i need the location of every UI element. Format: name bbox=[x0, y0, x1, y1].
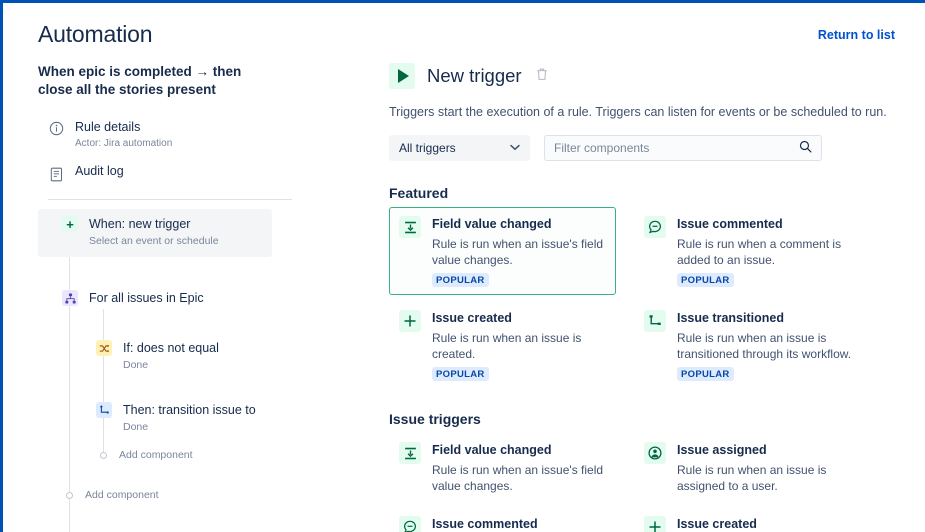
automation-page: Automation Return to list When epic is c… bbox=[0, 0, 925, 532]
trigger-card-description: Rule is run when an issue's field value … bbox=[432, 236, 607, 268]
trigger-card-description: Rule is run when an issue is assigned to… bbox=[677, 462, 870, 494]
popular-badge: POPULAR bbox=[432, 273, 489, 287]
sidebar-item-audit-log[interactable]: Audit log bbox=[38, 161, 283, 185]
tree-node-when-new-trigger[interactable]: + When: new trigger Select an event or s… bbox=[38, 209, 272, 257]
trigger-card-issue-created-2[interactable]: Issue created Rule is run when an issue … bbox=[634, 507, 879, 532]
trigger-card-issue-assigned[interactable]: Issue assigned Rule is run when an issue… bbox=[634, 433, 879, 501]
plus-icon bbox=[644, 516, 666, 532]
sidebar-item-label: Rule details bbox=[75, 120, 140, 134]
branch-icon bbox=[62, 290, 78, 306]
trigger-card-field-value-changed[interactable]: Field value changed Rule is run when an … bbox=[389, 207, 616, 295]
tree-node-title: For all issues in Epic bbox=[89, 290, 204, 306]
tree-node-title: Then: transition issue to bbox=[123, 402, 256, 418]
trigger-card-field-value-changed-2[interactable]: Field value changed Rule is run when an … bbox=[389, 433, 616, 501]
trigger-filter-controls: All triggers Filter components bbox=[389, 135, 925, 161]
issue-trigger-grid: Field value changed Rule is run when an … bbox=[389, 433, 925, 532]
trigger-card-title: Field value changed bbox=[432, 443, 607, 458]
add-component-dot-icon bbox=[66, 492, 73, 499]
tree-node-subtitle: Select an event or schedule bbox=[89, 235, 219, 248]
tree-node-then-transition-issue-to[interactable]: Then: transition issue to Done bbox=[38, 395, 283, 443]
add-component-label: Add component bbox=[85, 489, 159, 501]
sidebar-divider bbox=[48, 199, 292, 200]
section-title-featured: Featured bbox=[389, 185, 925, 201]
trigger-card-title: Field value changed bbox=[432, 217, 607, 232]
transition-icon bbox=[644, 310, 666, 332]
page-header: Automation Return to list bbox=[3, 3, 925, 59]
trigger-card-issue-transitioned[interactable]: Issue transitioned Rule is run when an i… bbox=[634, 301, 879, 389]
plus-icon bbox=[399, 310, 421, 332]
rule-name: When epic is completed → then close all … bbox=[38, 63, 278, 99]
popular-badge: POPULAR bbox=[677, 367, 734, 381]
field-value-changed-icon bbox=[399, 216, 421, 238]
trigger-card-description: Rule is run when a comment is added to a… bbox=[677, 236, 870, 268]
trigger-card-title: Issue created bbox=[432, 311, 607, 326]
plus-icon: + bbox=[62, 216, 78, 232]
trigger-card-title: Issue created bbox=[677, 517, 870, 532]
featured-trigger-grid: Field value changed Rule is run when an … bbox=[389, 207, 925, 389]
filter-components-input[interactable]: Filter components bbox=[544, 135, 822, 161]
trigger-card-description: Rule is run when an issue is transitione… bbox=[677, 330, 870, 362]
trigger-card-issue-commented-2[interactable]: Issue commented Rule is run when a comme… bbox=[389, 507, 616, 532]
add-component-inner-button[interactable]: Add component bbox=[38, 449, 283, 461]
page-title: Automation bbox=[38, 21, 152, 48]
return-to-list-link[interactable]: Return to list bbox=[818, 28, 895, 42]
trash-icon[interactable] bbox=[536, 68, 548, 84]
popular-badge: POPULAR bbox=[677, 273, 734, 287]
add-component-outer-button[interactable]: Add component bbox=[38, 489, 283, 501]
sidebar-item-label: Audit log bbox=[75, 164, 124, 179]
sidebar-item-rule-details[interactable]: Rule details Actor: Jira automation bbox=[38, 115, 283, 153]
condition-icon bbox=[96, 340, 112, 356]
tree-node-for-all-issues-in-epic[interactable]: For all issues in Epic bbox=[38, 283, 283, 315]
comment-icon bbox=[399, 516, 421, 532]
rule-tree: + When: new trigger Select an event or s… bbox=[38, 209, 283, 501]
sidebar-item-sublabel: Actor: Jira automation bbox=[75, 138, 172, 150]
trigger-panel-description: Triggers start the execution of a rule. … bbox=[389, 104, 925, 121]
assignee-icon bbox=[644, 442, 666, 464]
trigger-card-title: Issue commented bbox=[677, 217, 870, 232]
play-icon bbox=[389, 63, 415, 89]
add-component-dot-icon bbox=[100, 452, 107, 459]
filter-components-placeholder: Filter components bbox=[554, 141, 649, 155]
audit-log-icon bbox=[48, 166, 64, 182]
tree-node-title: If: does not equal bbox=[123, 340, 219, 356]
transition-icon bbox=[96, 402, 112, 418]
tree-node-title: When: new trigger bbox=[89, 216, 219, 232]
tree-node-if-does-not-equal[interactable]: If: does not equal Done bbox=[38, 333, 283, 381]
trigger-card-title: Issue assigned bbox=[677, 443, 870, 458]
info-icon bbox=[48, 120, 64, 136]
search-icon bbox=[799, 140, 812, 156]
trigger-panel-header: New trigger bbox=[389, 63, 925, 89]
trigger-card-description: Rule is run when an issue's field value … bbox=[432, 462, 607, 494]
trigger-panel: New trigger Triggers start the execution… bbox=[389, 63, 925, 532]
trigger-card-issue-commented[interactable]: Issue commented Rule is run when a comme… bbox=[634, 207, 879, 295]
comment-icon bbox=[644, 216, 666, 238]
tree-node-subtitle: Done bbox=[123, 359, 219, 372]
tree-node-subtitle: Done bbox=[123, 421, 256, 434]
section-title-issue-triggers: Issue triggers bbox=[389, 411, 925, 427]
popular-badge: POPULAR bbox=[432, 367, 489, 381]
trigger-panel-title: New trigger bbox=[427, 65, 522, 87]
field-value-changed-icon bbox=[399, 442, 421, 464]
sidebar-nav: Rule details Actor: Jira automation Audi… bbox=[38, 115, 283, 185]
trigger-card-title: Issue transitioned bbox=[677, 311, 870, 326]
trigger-type-select[interactable]: All triggers bbox=[389, 135, 530, 161]
rule-sidebar: When epic is completed → then close all … bbox=[38, 63, 283, 501]
trigger-card-description: Rule is run when an issue is created. bbox=[432, 330, 607, 362]
add-component-label: Add component bbox=[119, 449, 193, 461]
trigger-type-select-value: All triggers bbox=[399, 141, 456, 155]
trigger-card-title: Issue commented bbox=[432, 517, 607, 532]
trigger-card-issue-created[interactable]: Issue created Rule is run when an issue … bbox=[389, 301, 616, 389]
chevron-down-icon bbox=[510, 144, 520, 153]
